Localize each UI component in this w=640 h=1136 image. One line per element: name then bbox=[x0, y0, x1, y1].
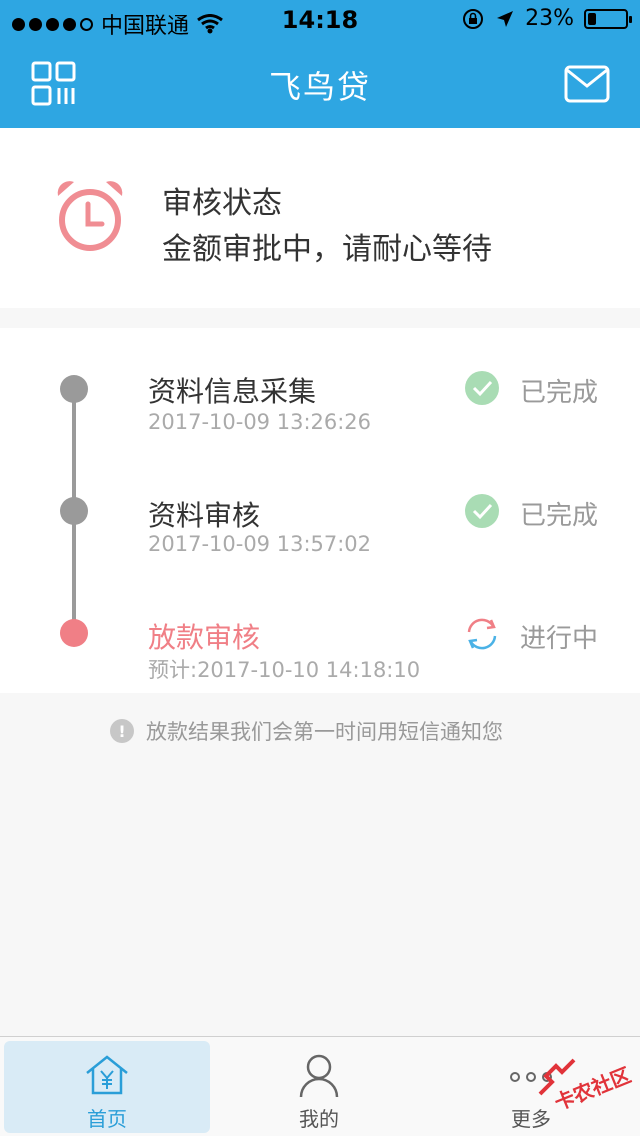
step-title: 资料信息采集 bbox=[148, 375, 317, 408]
step-node bbox=[60, 497, 88, 525]
status-bar: 中国联通 14:18 23% bbox=[0, 0, 640, 40]
check-circle-icon bbox=[465, 494, 499, 528]
notice-text: 放款结果我们会第一时间用短信通知您 bbox=[146, 720, 503, 744]
battery-icon bbox=[584, 8, 632, 29]
user-icon bbox=[299, 1054, 339, 1098]
alarm-clock-icon bbox=[57, 181, 123, 251]
sms-notice: ! 放款结果我们会第一时间用短信通知您 bbox=[110, 716, 503, 746]
step-title: 放款审核 bbox=[148, 621, 261, 654]
review-title: 审核状态 bbox=[162, 186, 282, 221]
tab-label: 首页 bbox=[87, 1107, 127, 1131]
step-status: 已完成 bbox=[520, 501, 599, 531]
step-time: 2017-10-09 13:26:26 bbox=[148, 410, 372, 434]
tab-home[interactable]: 首页 bbox=[4, 1041, 210, 1133]
review-message: 金额审批中，请耐心等待 bbox=[162, 232, 492, 267]
top-bar: 中国联通 14:18 23% 飞鸟贷 bbox=[0, 0, 640, 128]
mail-icon[interactable] bbox=[564, 64, 610, 104]
step-status: 进行中 bbox=[520, 624, 599, 654]
timeline-connector bbox=[72, 388, 76, 510]
rotation-lock-icon bbox=[463, 8, 484, 29]
tab-label: 我的 bbox=[299, 1107, 339, 1131]
step-title: 资料审核 bbox=[148, 499, 261, 532]
step-node-active bbox=[60, 619, 88, 647]
nav-bar: 飞鸟贷 bbox=[0, 40, 640, 128]
location-arrow-icon bbox=[497, 10, 514, 27]
check-circle-icon bbox=[465, 371, 499, 405]
tab-mine[interactable]: 我的 bbox=[216, 1041, 422, 1133]
timeline-connector bbox=[72, 510, 76, 632]
battery-percent: 23% bbox=[525, 6, 574, 31]
refresh-icon bbox=[467, 618, 497, 650]
step-node bbox=[60, 375, 88, 403]
page-title: 飞鸟贷 bbox=[268, 68, 371, 106]
step-time: 预计:2017-10-10 14:18:10 bbox=[148, 658, 421, 682]
step-time: 2017-10-09 13:57:02 bbox=[148, 532, 372, 556]
info-exclamation-icon: ! bbox=[110, 719, 134, 743]
step-status: 已完成 bbox=[520, 378, 599, 408]
progress-timeline: 资料信息采集 2017-10-09 13:26:26 已完成 资料审核 2017… bbox=[0, 328, 640, 693]
review-status-card: 审核状态 金额审批中，请耐心等待 bbox=[0, 128, 640, 308]
home-yen-icon bbox=[86, 1055, 128, 1095]
